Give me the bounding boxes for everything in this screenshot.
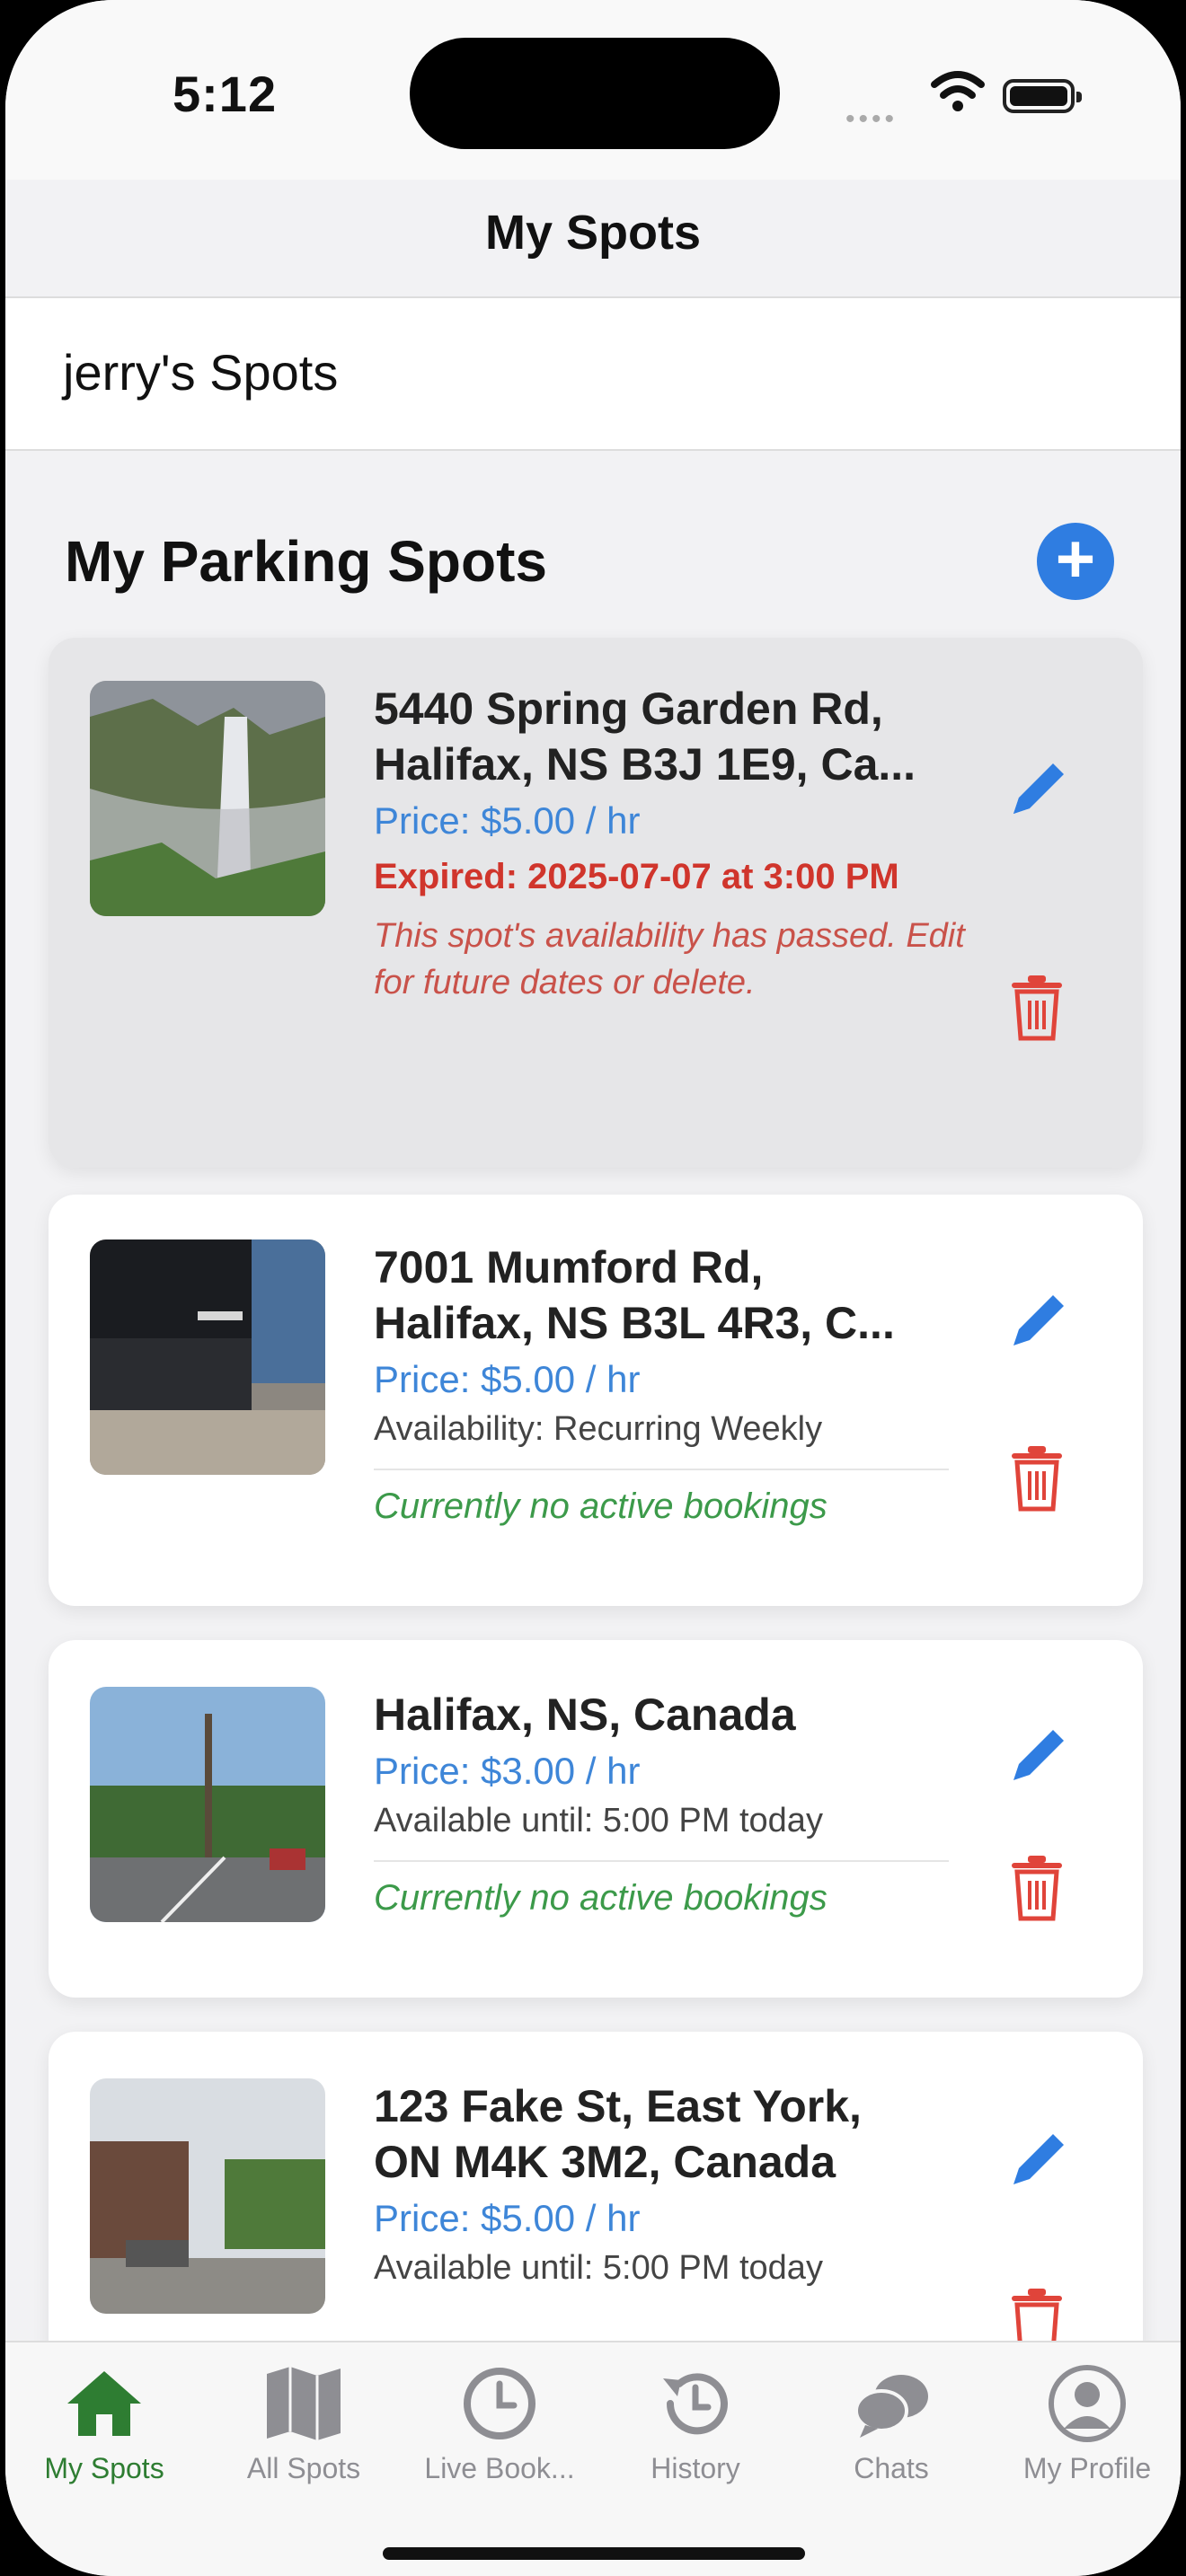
spot-info: 7001 Mumford Rd, Halifax, NS B3L 4R3, C.… xyxy=(374,1239,967,1527)
expired-note: This spot's availability has passed. Edi… xyxy=(374,917,965,1001)
card-divider xyxy=(374,1469,949,1470)
spot-card[interactable]: 7001 Mumford Rd, Halifax, NS B3L 4R3, C.… xyxy=(49,1195,1143,1606)
spot-price: Price: $5.00 / hr xyxy=(374,2197,641,2239)
wifi-icon xyxy=(931,71,985,111)
spot-thumbnail xyxy=(90,681,325,916)
tab-bar: My Spots All Spots Live Book... History … xyxy=(5,2341,1181,2576)
tab-all-spots[interactable]: All Spots xyxy=(207,2360,401,2485)
spot-price: Price: $3.00 / hr xyxy=(374,1750,641,1792)
dynamic-island xyxy=(410,38,780,149)
history-icon xyxy=(663,2373,728,2435)
nav-title: My Spots xyxy=(484,206,702,260)
signal-icon: •••• xyxy=(845,104,898,134)
tab-my-spots[interactable]: My Spots xyxy=(7,2360,201,2485)
spot-info: Halifax, NS, Canada Price: $3.00 / hr Av… xyxy=(374,1687,967,1919)
spot-availability: Available until: 5:00 PM today xyxy=(374,1802,823,1839)
tab-history[interactable]: History xyxy=(598,2360,792,2485)
bookings-status: Currently no active bookings xyxy=(374,1878,828,1918)
add-spot-button[interactable]: + xyxy=(1037,523,1114,600)
tab-my-profile[interactable]: My Profile xyxy=(990,2360,1181,2485)
home-icon xyxy=(67,2371,141,2436)
spot-info: 123 Fake St, East York, ON M4K 3M2, Cana… xyxy=(374,2078,967,2288)
status-time: 5:12 xyxy=(173,66,278,122)
spot-availability: Availability: Recurring Weekly xyxy=(374,1410,823,1448)
tab-live-bookings[interactable]: Live Book... xyxy=(403,2360,597,2485)
edit-icon[interactable] xyxy=(1006,1723,1071,1787)
owner-header: jerry's Spots xyxy=(5,298,1181,451)
tab-chats[interactable]: Chats xyxy=(794,2360,988,2485)
edit-icon[interactable] xyxy=(1006,2127,1071,2192)
map-icon xyxy=(267,2367,341,2440)
card-divider xyxy=(374,1860,949,1862)
edit-icon[interactable] xyxy=(1006,1288,1071,1353)
status-bar: 5:12 •••• xyxy=(5,0,1181,180)
spot-address: 7001 Mumford Rd, Halifax, NS B3L 4R3, C.… xyxy=(374,1242,895,1348)
trash-icon[interactable] xyxy=(1008,974,1066,1042)
spot-address: Halifax, NS, Canada xyxy=(374,1689,796,1740)
profile-icon xyxy=(1049,2365,1126,2442)
spot-price: Price: $5.00 / hr xyxy=(374,1358,641,1400)
bookings-status: Currently no active bookings xyxy=(374,1486,828,1526)
chat-icon xyxy=(854,2375,928,2438)
trash-icon[interactable] xyxy=(1008,1444,1066,1513)
spot-availability: Available until: 5:00 PM today xyxy=(374,2249,823,2287)
trash-icon[interactable] xyxy=(1008,1854,1066,1922)
spot-price: Price: $5.00 / hr xyxy=(374,799,641,842)
expired-label: Expired: 2025-07-07 at 3:00 PM xyxy=(374,857,899,896)
app-screen: 5:12 •••• My Spots jerry's Spots My Park… xyxy=(5,0,1181,2576)
spot-thumbnail xyxy=(90,2078,325,2314)
owner-title: jerry's Spots xyxy=(63,344,339,401)
spot-card-expired[interactable]: 5440 Spring Garden Rd, Halifax, NS B3J 1… xyxy=(49,638,1143,1168)
battery-icon xyxy=(1003,79,1082,113)
section-title: My Parking Spots xyxy=(65,529,547,594)
edit-icon[interactable] xyxy=(1006,756,1071,821)
spot-address: 123 Fake St, East York, ON M4K 3M2, Cana… xyxy=(374,2081,862,2187)
spot-thumbnail xyxy=(90,1239,325,1475)
spot-card[interactable]: Halifax, NS, Canada Price: $3.00 / hr Av… xyxy=(49,1640,1143,1998)
clock-icon xyxy=(464,2368,535,2439)
spot-thumbnail xyxy=(90,1687,325,1922)
spot-info: 5440 Spring Garden Rd, Halifax, NS B3J 1… xyxy=(374,681,967,1006)
home-indicator[interactable] xyxy=(383,2547,805,2560)
spot-address: 5440 Spring Garden Rd, Halifax, NS B3J 1… xyxy=(374,684,916,790)
